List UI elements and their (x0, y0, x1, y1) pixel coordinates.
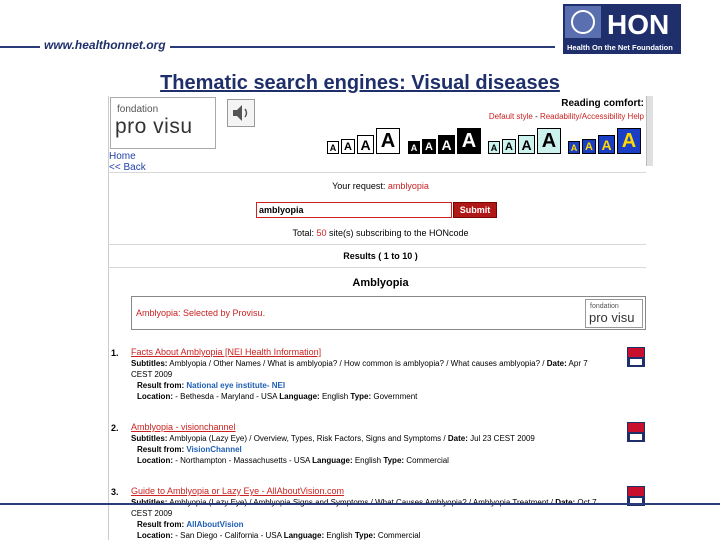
total-line: Total: 50 site(s) subscribing to the HON… (108, 228, 653, 238)
result-language: English (324, 531, 355, 540)
site-url: www.healthonnet.org (40, 38, 170, 52)
home-link[interactable]: Home (109, 151, 136, 162)
style-cyan-large[interactable]: A (518, 135, 535, 154)
style-cyan-medium[interactable]: A (502, 139, 516, 154)
provisu-logo-main: pro visu (115, 115, 193, 138)
date-label: Date: (546, 359, 567, 368)
result-number: 2. (111, 423, 119, 433)
reading-comfort-title: Reading comfort: (561, 98, 644, 109)
style-blue-xlarge[interactable]: A (617, 128, 641, 154)
style-inverted-xlarge[interactable]: A (457, 128, 481, 154)
subtitles-label: Subtitles: (131, 434, 168, 443)
language-label: Language: (312, 456, 353, 465)
speaker-icon[interactable] (227, 99, 255, 127)
default-style-link[interactable]: Default style (489, 112, 533, 121)
style-default-medium[interactable]: A (341, 139, 355, 154)
result-type: Commercial (404, 456, 449, 465)
style-default-xlarge[interactable]: A (376, 128, 400, 154)
subtitles-label: Subtitles: (131, 359, 168, 368)
style-inverted-large[interactable]: A (438, 135, 455, 154)
footer-rule (0, 503, 720, 505)
result-language: English (319, 392, 351, 401)
hon-logo: HON Health On the Net Foundation (563, 4, 681, 54)
language-label: Language: (279, 392, 320, 401)
result-from-link[interactable]: VisionChannel (186, 445, 241, 454)
provisu-small-logo-main: pro visu (589, 310, 635, 325)
style-blue-small[interactable]: A (568, 141, 580, 154)
style-set-cyan[interactable]: A A A A (488, 126, 561, 154)
reading-comfort-links: Default style - Readability/Accessibilit… (480, 112, 644, 121)
result-from-label: Result from: (137, 520, 185, 529)
style-cyan-xlarge[interactable]: A (537, 128, 561, 154)
location-label: Location: (137, 456, 173, 465)
type-label: Type: (350, 392, 372, 401)
hon-logo-text: HON (607, 9, 669, 40)
result-date: Apr 7 (566, 359, 588, 368)
style-set-inverted[interactable]: A A A A (408, 126, 481, 154)
result-date-cont: CEST 2009 (131, 509, 173, 518)
language-label: Language: (283, 531, 325, 540)
selected-by-provisu-box[interactable]: Amblyopia: Selected by Provisu. fondatio… (131, 296, 646, 330)
type-label: Type: (354, 531, 376, 540)
result-title-link[interactable]: Amblyopia - visionchannel (131, 422, 631, 433)
style-blue-medium[interactable]: A (582, 139, 596, 154)
date-label: Date: (447, 434, 468, 443)
result-subtitles: Amblyopia / Other Names / What is amblyo… (167, 359, 547, 368)
style-blue-large[interactable]: A (598, 135, 615, 154)
result-type: Commercial (375, 531, 421, 540)
hon-code-icon[interactable] (627, 347, 645, 367)
style-set-default[interactable]: A A A A (327, 126, 400, 154)
total-prefix: Total: (292, 228, 317, 238)
result-location: - Northampton - Massachusetts - USA (173, 456, 313, 465)
request-label: Your request: (332, 181, 388, 191)
result-type: Government (371, 392, 418, 401)
style-inverted-medium[interactable]: A (422, 139, 436, 154)
result-location: - Bethesda - Maryland - USA (173, 392, 280, 401)
hon-logo-subtitle: Health On the Net Foundation (567, 43, 673, 52)
provisu-small-logo: fondation pro visu (585, 299, 643, 328)
divider-topic (108, 267, 646, 268)
location-label: Location: (137, 531, 173, 540)
style-cyan-small[interactable]: A (488, 141, 500, 154)
style-default-large[interactable]: A (357, 135, 374, 154)
result-title-link[interactable]: Facts About Amblyopia [NEI Health Inform… (131, 347, 631, 358)
slide-title: Thematic search engines: Visual diseases (160, 72, 560, 94)
topic-heading: Amblyopia (352, 277, 409, 289)
result-date-cont: CEST 2009 (131, 370, 173, 379)
result-date: Jul 23 CEST 2009 (467, 434, 535, 443)
selected-by-provisu-text[interactable]: Amblyopia: Selected by Provisu. (136, 308, 265, 318)
style-set-blue-yellow[interactable]: A A A A (568, 126, 641, 154)
hon-code-icon[interactable] (627, 422, 645, 442)
provisu-logo-top: fondation (117, 104, 159, 115)
total-count[interactable]: 50 (316, 228, 326, 238)
result-subtitles: Amblyopia (Lazy Eye) / Overview, Types, … (167, 434, 448, 443)
style-default-small[interactable]: A (327, 141, 339, 154)
result-from-link[interactable]: AllAboutVision (186, 520, 243, 529)
reading-separator: - (532, 112, 540, 121)
result-language: English (352, 456, 384, 465)
divider-top (108, 172, 646, 173)
divider-results (108, 244, 646, 245)
request-line: Your request: amblyopia (108, 181, 653, 191)
total-suffix: site(s) subscribing to the HONcode (326, 228, 469, 238)
style-inverted-small[interactable]: A (408, 141, 420, 154)
type-label: Type: (383, 456, 405, 465)
result-from-link[interactable]: National eye institute- NEI (186, 381, 285, 390)
result-title-link[interactable]: Guide to Amblyopia or Lazy Eye - AllAbou… (131, 486, 631, 497)
scrollbar[interactable] (646, 96, 653, 166)
readability-help-link[interactable]: Readability/Accessibility Help (540, 112, 644, 121)
result-from-label: Result from: (137, 381, 185, 390)
result-location: - San Diego - California - USA (173, 531, 284, 540)
results-range: Results ( 1 to 10 ) (343, 251, 418, 261)
result-number: 1. (111, 348, 119, 358)
search-input[interactable] (256, 202, 452, 218)
location-label: Location: (137, 392, 173, 401)
result-number: 3. (111, 487, 119, 497)
request-value: amblyopia (387, 181, 429, 191)
provisu-small-logo-top: fondation (590, 303, 619, 310)
submit-button[interactable]: Submit (453, 202, 497, 218)
result-from-label: Result from: (137, 445, 185, 454)
provisu-logo[interactable]: fondation pro visu (110, 97, 216, 149)
